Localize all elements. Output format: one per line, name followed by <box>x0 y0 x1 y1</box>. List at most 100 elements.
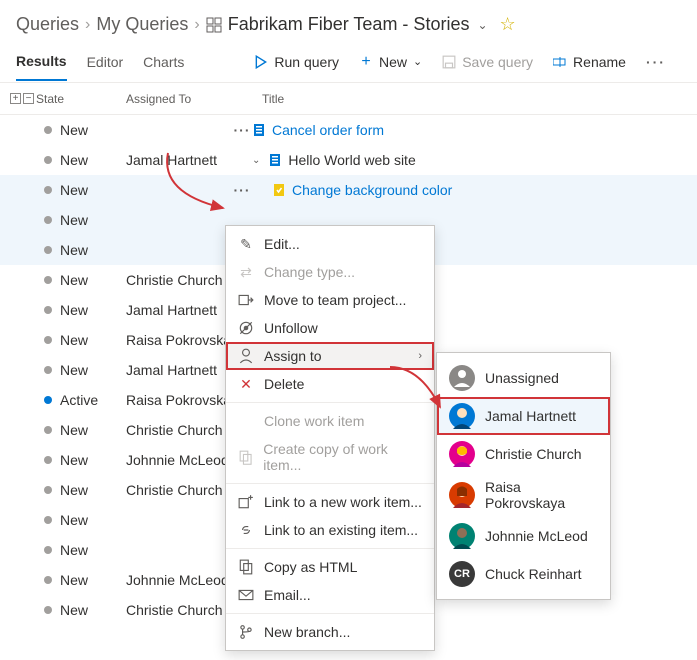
save-label: Save query <box>462 54 533 70</box>
assignee-jamal[interactable]: Jamal Hartnett <box>437 397 610 435</box>
assigned-cell: Johnnie McLeod <box>126 452 232 468</box>
save-query-button: Save query <box>442 54 533 80</box>
state-dot-icon <box>44 246 52 254</box>
state-dot-icon <box>44 546 52 554</box>
workitem-title[interactable]: Hello World web site <box>288 152 415 168</box>
state-label: New <box>60 242 88 258</box>
workitem-icon <box>252 123 266 137</box>
table-row[interactable]: New Jamal Hartnett ⌄Hello World web site <box>0 145 697 175</box>
assignee-christie[interactable]: Christie Church <box>437 435 610 473</box>
breadcrumb-root[interactable]: Queries <box>16 14 79 35</box>
col-title[interactable]: Title <box>252 92 697 106</box>
expand-all-button[interactable]: + <box>10 93 21 104</box>
run-query-button[interactable]: Run query <box>254 54 339 80</box>
state-dot-icon <box>44 606 52 614</box>
new-button[interactable]: + New ⌄ <box>359 54 422 80</box>
state-label: New <box>60 362 88 378</box>
state-label: New <box>60 482 88 498</box>
state-dot-icon <box>44 336 52 344</box>
state-dot-icon <box>44 456 52 464</box>
ctx-assign-to[interactable]: Assign to› <box>226 342 434 370</box>
link-icon <box>238 522 254 538</box>
assigned-cell: Christie Church <box>126 482 232 498</box>
assignee-unassigned[interactable]: Unassigned <box>437 359 610 397</box>
avatar-icon <box>449 482 475 508</box>
table-row[interactable]: New ··· Cancel order form <box>0 115 697 145</box>
state-label: New <box>60 422 88 438</box>
workitem-title[interactable]: Change background color <box>292 182 452 198</box>
state-dot-icon <box>44 396 52 404</box>
chevron-right-icon: › <box>194 16 199 34</box>
breadcrumb: Queries › My Queries › Fabrikam Fiber Te… <box>0 0 697 39</box>
chevron-down-icon[interactable]: ⌄ <box>252 155 260 166</box>
collapse-all-button[interactable]: − <box>23 93 34 104</box>
context-menu: ✎Edit... ⇄Change type... Move to team pr… <box>225 225 435 651</box>
state-label: New <box>60 542 88 558</box>
rename-button[interactable]: Rename <box>553 54 626 80</box>
table-row[interactable]: New ··· Change background color <box>0 175 697 205</box>
state-label: New <box>60 602 88 618</box>
ctx-new-branch[interactable]: New branch... <box>226 618 434 646</box>
assigned-cell: Jamal Hartnett <box>126 362 232 378</box>
state-dot-icon <box>44 576 52 584</box>
grid-header: + − State Assigned To Title <box>0 83 697 115</box>
state-label: New <box>60 332 88 348</box>
ctx-move[interactable]: Move to team project... <box>226 286 434 314</box>
workitem-icon <box>272 183 286 197</box>
assigned-cell: Raisa Pokrovska <box>126 392 232 408</box>
ctx-change-type: ⇄Change type... <box>226 258 434 286</box>
copy-icon <box>238 449 253 465</box>
breadcrumb-current[interactable]: Fabrikam Fiber Team - Stories <box>228 14 470 35</box>
favorite-star-icon[interactable]: ☆ <box>500 14 516 35</box>
state-dot-icon <box>44 126 52 134</box>
row-more-button[interactable]: ··· <box>232 122 252 138</box>
ctx-copy-html[interactable]: Copy as HTML <box>226 553 434 581</box>
assignee-raisa[interactable]: Raisa Pokrovskaya <box>437 473 610 517</box>
avatar-icon <box>449 441 475 467</box>
assigned-cell: Raisa Pokrovska <box>126 332 232 348</box>
new-label: New <box>379 54 407 70</box>
avatar-icon <box>449 523 475 549</box>
branch-icon <box>238 624 254 640</box>
state-label: New <box>60 122 88 138</box>
col-assigned[interactable]: Assigned To <box>126 92 252 106</box>
ctx-create-copy: Create copy of work item... <box>226 435 434 479</box>
assign-to-submenu: Unassigned Jamal Hartnett Christie Churc… <box>436 352 611 600</box>
state-label: New <box>60 212 88 228</box>
state-label: New <box>60 452 88 468</box>
ctx-edit[interactable]: ✎Edit... <box>226 230 434 258</box>
ctx-delete[interactable]: ✕Delete <box>226 370 434 398</box>
separator <box>226 613 434 614</box>
state-label: New <box>60 182 88 198</box>
assigned-cell: Johnnie McLeod <box>126 572 232 588</box>
assigned-cell: Jamal Hartnett <box>126 302 232 318</box>
ctx-email[interactable]: Email... <box>226 581 434 609</box>
breadcrumb-my-queries[interactable]: My Queries <box>96 14 188 35</box>
tab-results[interactable]: Results <box>16 53 67 81</box>
col-state[interactable]: State <box>36 92 126 106</box>
workitem-title[interactable]: Cancel order form <box>272 122 384 138</box>
state-label: New <box>60 512 88 528</box>
assigned-cell: Christie Church <box>126 422 232 438</box>
state-dot-icon <box>44 216 52 224</box>
ctx-link-new[interactable]: Link to a new work item... <box>226 488 434 516</box>
delete-icon: ✕ <box>238 376 254 392</box>
state-dot-icon <box>44 366 52 374</box>
chevron-down-icon: ⌄ <box>413 55 422 68</box>
chevron-down-icon[interactable]: ⌄ <box>477 18 487 32</box>
separator <box>226 402 434 403</box>
assignee-chuck[interactable]: CR Chuck Reinhart <box>437 555 610 593</box>
state-dot-icon <box>44 276 52 284</box>
assignee-johnnie[interactable]: Johnnie McLeod <box>437 517 610 555</box>
ctx-unfollow[interactable]: Unfollow <box>226 314 434 342</box>
ctx-clone: Clone work item <box>226 407 434 435</box>
tab-charts[interactable]: Charts <box>143 54 184 80</box>
row-more-button[interactable]: ··· <box>232 182 252 198</box>
rename-icon <box>553 55 567 69</box>
change-type-icon: ⇄ <box>238 264 254 280</box>
tab-editor[interactable]: Editor <box>87 54 124 80</box>
toolbar-more-button[interactable]: ··· <box>646 54 666 80</box>
person-icon <box>238 348 254 364</box>
ctx-link-existing[interactable]: Link to an existing item... <box>226 516 434 544</box>
pencil-icon: ✎ <box>238 236 254 252</box>
